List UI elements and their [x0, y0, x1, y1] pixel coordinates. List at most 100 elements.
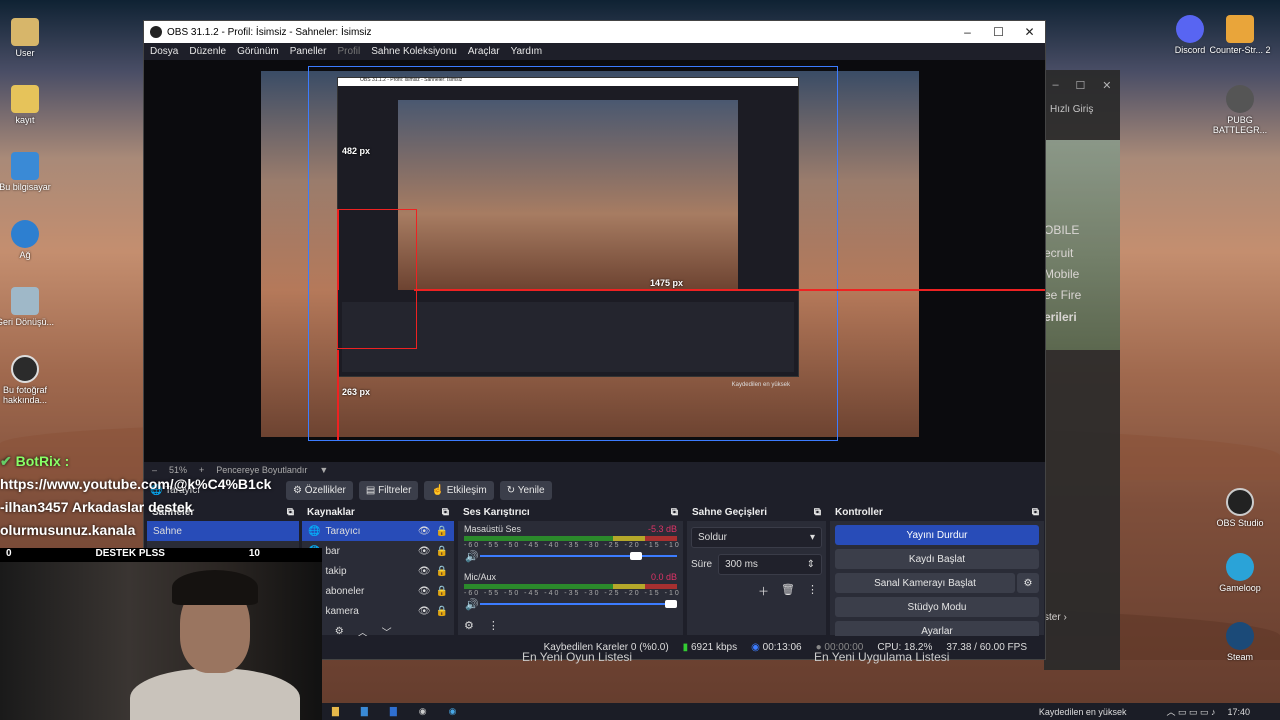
lock-icon[interactable]: 🔒: [436, 546, 448, 557]
virtual-camera-settings-button[interactable]: ⚙: [1017, 573, 1039, 593]
close-button[interactable]: ✕: [1014, 25, 1045, 39]
menu-sahne-koleksiyonu[interactable]: Sahne Koleksiyonu: [371, 46, 457, 57]
chat-line: https://www.youtube.com/@k%C4%B1ck: [0, 476, 272, 492]
desktop-icon-kayit[interactable]: kayıt: [0, 85, 60, 125]
refresh-button[interactable]: ↻ Yenile: [499, 480, 552, 500]
start-virtual-camera-button[interactable]: Sanal Kamerayı Başlat: [835, 573, 1015, 593]
studio-mode-button[interactable]: Stüdyo Modu: [835, 597, 1039, 617]
gear-icon[interactable]: ⚙: [335, 626, 344, 637]
lock-icon[interactable]: 🔒: [436, 526, 448, 537]
interact-button[interactable]: ☝ Etkileşim: [424, 480, 494, 500]
browser-icon[interactable]: ◉: [449, 706, 457, 717]
quick-login[interactable]: Hızlı Giriş: [1044, 100, 1120, 119]
menu-paneller[interactable]: Paneller: [290, 46, 327, 57]
mail-icon[interactable]: ▇: [390, 706, 397, 717]
eye-icon[interactable]: 👁: [418, 586, 431, 597]
tray-icons[interactable]: ︿ ▭ ▭ ▭ ♪: [1166, 705, 1215, 718]
dock-undock-icon[interactable]: ⧉: [671, 507, 678, 518]
eye-icon[interactable]: 👁: [418, 546, 431, 557]
sources-header: Kaynaklar ⧉: [302, 504, 454, 521]
gameloop-icon: [1226, 553, 1254, 581]
obs-logo-icon: [150, 26, 162, 38]
preview-canvas[interactable]: OBS 31.1.2 - Profil: İsimsiz - Sahneler:…: [144, 60, 1045, 462]
network-icon: [11, 220, 39, 248]
signal-icon: ▮: [682, 641, 689, 653]
volume-slider[interactable]: [480, 599, 677, 609]
volume-slider[interactable]: [480, 551, 677, 561]
obs-icon: [1226, 488, 1254, 516]
lock-icon[interactable]: 🔒: [436, 606, 448, 617]
filters-button[interactable]: ▤ Filtreler: [358, 480, 419, 500]
desktop-icon-recycle-bin[interactable]: Geri Dönüşü...: [0, 287, 60, 327]
speaker-icon[interactable]: 🔊: [465, 550, 479, 563]
eye-icon[interactable]: 👁: [418, 526, 431, 537]
lock-icon[interactable]: 🔒: [436, 586, 448, 597]
menu-araclar[interactable]: Araçlar: [468, 46, 500, 57]
eye-icon[interactable]: 👁: [418, 566, 431, 577]
volume-row: 🔊: [458, 598, 683, 611]
stop-stream-button[interactable]: Yayını Durdur: [835, 525, 1039, 545]
maximize-button[interactable]: ☐: [983, 25, 1014, 39]
slider-knob[interactable]: [665, 600, 677, 608]
stream-icon: ◉: [751, 641, 760, 653]
pubg-icon: [1226, 85, 1254, 113]
title-bar: OBS 31.1.2 - Profil: İsimsiz - Sahneler:…: [144, 21, 1045, 43]
source-item[interactable]: 🌐aboneler👁🔒: [302, 581, 454, 601]
transition-select[interactable]: Soldur ▾: [691, 527, 822, 548]
bg-text-2: ecruit: [1044, 246, 1074, 260]
mixer-header: Ses Karıştırıcı ⧉: [458, 504, 683, 521]
clock[interactable]: 17:40: [1227, 707, 1250, 717]
measure-right: 1475 px: [650, 278, 684, 288]
person-shoulders: [130, 668, 300, 720]
lock-icon[interactable]: 🔒: [436, 566, 448, 577]
obs-taskbar-icon[interactable]: ◉: [419, 706, 427, 717]
webcam-overlay: 0 DESTEK PLSS 10: [0, 548, 322, 720]
source-item[interactable]: 🌐takip👁🔒: [302, 561, 454, 581]
slider-knob[interactable]: [629, 552, 642, 560]
desktop-icon-pubg[interactable]: PUBG BATTLEGR...: [1205, 85, 1275, 135]
dock-undock-icon[interactable]: ⧉: [442, 507, 449, 518]
duration-input[interactable]: 300 ms ⇕: [718, 554, 822, 575]
gear-icon: ⚙: [1023, 577, 1033, 589]
measure-bottom: 263 px: [342, 387, 371, 397]
more-icon[interactable]: ⋮: [807, 583, 818, 599]
source-item[interactable]: 🌐bar👁🔒: [302, 541, 454, 561]
speaker-icon[interactable]: 🔊: [465, 598, 479, 611]
desktop-icon-about-photo[interactable]: Bu fotoğraf hakkında...: [0, 355, 60, 405]
desktop-icon-cs2[interactable]: Counter-Str... 2: [1205, 15, 1275, 55]
meter-ticks: -60 -55 -50 -45 -40 -35 -30 -25 -20 -15 …: [464, 590, 683, 597]
stepper-icon[interactable]: ⇕: [807, 559, 815, 570]
start-recording-button[interactable]: Kaydı Başlat: [835, 549, 1039, 569]
store-icon[interactable]: ▇: [361, 706, 368, 717]
add-icon[interactable]: ＋: [758, 583, 769, 599]
bg-more-link[interactable]: ster ›: [1044, 612, 1067, 623]
more-icon[interactable]: ⋮: [488, 619, 499, 632]
desktop-icon-steam[interactable]: Steam: [1205, 622, 1275, 662]
chat-badge-icon: ✔: [0, 453, 12, 469]
bitrate: ▮ 6921 kbps: [682, 641, 738, 653]
file-explorer-icon[interactable]: ▇: [332, 706, 339, 717]
trash-icon[interactable]: 🗑: [781, 583, 795, 599]
menu-yardim[interactable]: Yardım: [511, 46, 543, 57]
donation-goal-bar: 0 DESTEK PLSS 10: [0, 548, 322, 562]
menu-dosya[interactable]: Dosya: [150, 46, 178, 57]
eye-icon[interactable]: 👁: [418, 606, 431, 617]
desktop-icon-obs[interactable]: OBS Studio: [1205, 488, 1275, 528]
globe-icon: 🌐: [308, 525, 321, 537]
menu-gorunum[interactable]: Görünüm: [237, 46, 279, 57]
dock-undock-icon[interactable]: ⧉: [1032, 507, 1039, 518]
source-item[interactable]: 📷kamera👁🔒: [302, 601, 454, 621]
gear-icon[interactable]: ⚙: [464, 619, 474, 632]
guide-right: [414, 289, 1045, 291]
minimize-button[interactable]: –: [952, 25, 983, 39]
desktop-icon-network[interactable]: Ağ: [0, 220, 60, 260]
desktop-icon-this-pc[interactable]: Bu bilgisayar: [0, 152, 60, 192]
menu-duzenle[interactable]: Düzenle: [189, 46, 226, 57]
dock-undock-icon[interactable]: ⧉: [814, 507, 821, 518]
desktop-icon-gameloop[interactable]: Gameloop: [1205, 553, 1275, 593]
desktop-icon-user[interactable]: User: [0, 18, 60, 58]
chevron-down-icon[interactable]: ▼: [319, 465, 328, 475]
taskbar-notification[interactable]: Kaydedilen en yüksek: [1039, 707, 1127, 717]
source-item[interactable]: 🌐 Tarayıcı 👁 🔒: [302, 521, 454, 541]
menu-profil[interactable]: Profil: [337, 46, 360, 57]
